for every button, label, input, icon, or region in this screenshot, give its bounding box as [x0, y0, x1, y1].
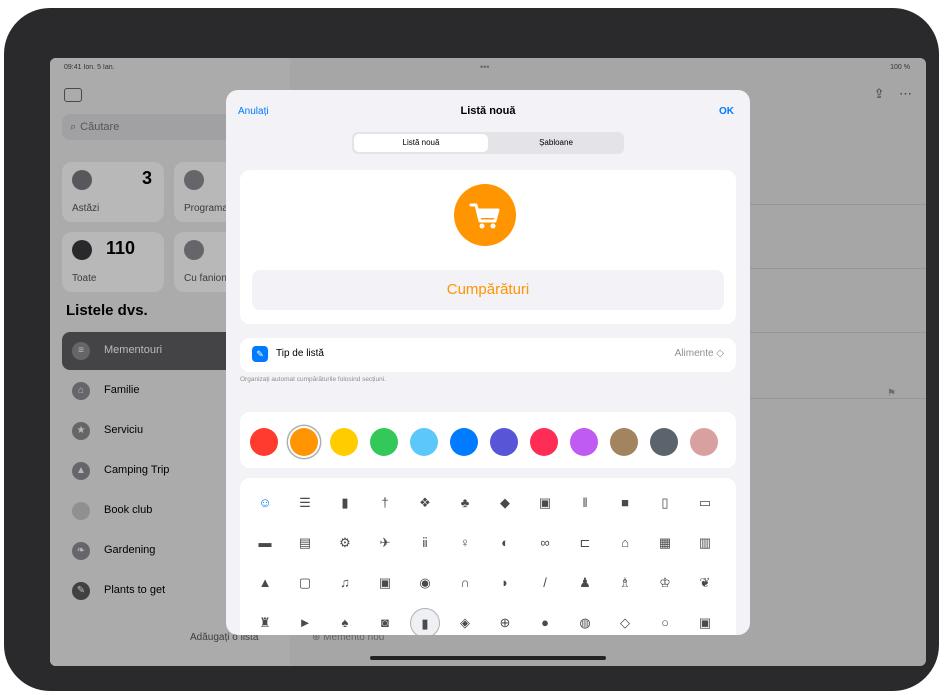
icon-option[interactable]: ⚙	[330, 528, 360, 558]
icon-option[interactable]: ✈	[370, 528, 400, 558]
icon-option[interactable]: ►	[290, 608, 320, 635]
icon-option[interactable]: ▣	[530, 488, 560, 518]
icon-option[interactable]: ♫	[330, 568, 360, 598]
sheet-title: Listă nouă	[460, 105, 516, 117]
color-swatch[interactable]	[410, 428, 438, 456]
status-time: 09:41 Ion. 5 Ian.	[64, 64, 115, 71]
segmented-control: Listă nouă Șabloane	[352, 132, 624, 154]
icon-option[interactable]: ▤	[290, 528, 320, 558]
icon-option[interactable]: ☰	[290, 488, 320, 518]
icon-option[interactable]: ▯	[650, 488, 680, 518]
color-swatch[interactable]	[490, 428, 518, 456]
icon-option[interactable]: /	[530, 568, 560, 598]
icon-option[interactable]: ⊏	[570, 528, 600, 558]
color-swatch[interactable]	[290, 428, 318, 456]
color-swatch[interactable]	[610, 428, 638, 456]
color-swatch[interactable]	[690, 428, 718, 456]
ok-button[interactable]: OK	[719, 106, 734, 117]
icon-option[interactable]: ∞	[530, 528, 560, 558]
icon-option[interactable]: ◗	[490, 568, 520, 598]
list-preview-card: Cumpărături	[240, 170, 736, 324]
color-swatch[interactable]	[650, 428, 678, 456]
battery-indicator: 100 %	[890, 64, 910, 71]
icon-option[interactable]: ⊕	[490, 608, 520, 635]
icon-option[interactable]: ♠	[330, 608, 360, 635]
icon-option[interactable]: ◆	[490, 488, 520, 518]
list-name-input[interactable]: Cumpărături	[252, 270, 724, 310]
icon-option[interactable]: ∩	[450, 568, 480, 598]
icon-option[interactable]: ◙	[370, 608, 400, 635]
color-swatch[interactable]	[450, 428, 478, 456]
list-type-hint: Organizați automat cumpărăturile folosin…	[240, 376, 386, 383]
icon-option[interactable]: ◐	[490, 528, 520, 558]
icon-option[interactable]: ‖	[570, 488, 600, 518]
icon-option[interactable]: ◇	[610, 608, 640, 635]
color-swatches	[250, 424, 730, 458]
icon-option[interactable]: ◍	[570, 608, 600, 635]
device-frame: ⌕ Căutare 3 Astăzi Programate 110 Toate C…	[4, 8, 939, 691]
new-list-sheet: Anulați Listă nouă OK Listă nouă Șabloan…	[226, 90, 750, 635]
color-swatch[interactable]	[530, 428, 558, 456]
icon-option[interactable]: ●	[530, 608, 560, 635]
icon-option[interactable]: ♀	[450, 528, 480, 558]
color-swatch[interactable]	[250, 428, 278, 456]
segment-templates[interactable]: Șabloane	[490, 134, 622, 152]
color-picker	[240, 412, 736, 468]
icon-option[interactable]: †	[370, 488, 400, 518]
icon-option[interactable]: ♗	[610, 568, 640, 598]
icon-option[interactable]: ▭	[690, 488, 720, 518]
icon-option[interactable]: ▣	[690, 608, 720, 635]
icon-option[interactable]: ▢	[290, 568, 320, 598]
list-type-label: Tip de listă	[276, 348, 324, 359]
icon-option[interactable]: ⅱ	[410, 528, 440, 558]
sheet-header: Anulați Listă nouă OK	[226, 90, 750, 130]
icon-option[interactable]: ▥	[690, 528, 720, 558]
icon-option[interactable]: ▮	[330, 488, 360, 518]
icon-option[interactable]: ♣	[450, 488, 480, 518]
icon-option[interactable]: ♔	[650, 568, 680, 598]
icon-option[interactable]: ❖	[410, 488, 440, 518]
color-swatch[interactable]	[330, 428, 358, 456]
list-type-value[interactable]: Alimente ◇	[675, 348, 724, 359]
home-indicator	[370, 656, 606, 660]
color-swatch[interactable]	[570, 428, 598, 456]
screen: ⌕ Căutare 3 Astăzi Programate 110 Toate C…	[50, 58, 926, 666]
status-bar: 09:41 Ion. 5 Ian. ••• 100 %	[50, 58, 926, 78]
list-type-row[interactable]: ✎ Tip de listă Alimente ◇	[240, 338, 736, 372]
icon-option[interactable]: ◉	[410, 568, 440, 598]
icon-option[interactable]: ▦	[650, 528, 680, 558]
color-swatch[interactable]	[370, 428, 398, 456]
icon-option[interactable]: ▲	[250, 568, 280, 598]
segment-new-list[interactable]: Listă nouă	[354, 134, 488, 152]
icon-option[interactable]: ○	[650, 608, 680, 635]
icon-option[interactable]: ▮	[410, 608, 440, 635]
icon-option[interactable]: ■	[610, 488, 640, 518]
cart-icon	[454, 184, 516, 246]
icon-option[interactable]: ⌂	[610, 528, 640, 558]
wand-icon: ✎	[252, 346, 268, 362]
icon-option[interactable]: ☺	[250, 488, 280, 518]
icon-picker: ☺ ☰ ▮ † ❖ ♣ ◆ ▣ ‖ ■ ▯ ▭ ▬ ▤ ⚙ ✈ ⅱ ♀ ◐ ∞ ⊏ ⌂ ▦ ▥ ▲ ▢ ♫ ▣ ◉ ∩ ◗ / ♟ ♗ ♔ ❦ ♜ ► ♠ ◙…	[240, 478, 736, 635]
multitask-dots[interactable]: •••	[480, 62, 489, 72]
icon-option[interactable]: ♟	[570, 568, 600, 598]
icon-option[interactable]: ♜	[250, 608, 280, 635]
icon-option[interactable]: ▬	[250, 528, 280, 558]
icon-option[interactable]: ❦	[690, 568, 720, 598]
icon-option[interactable]: ▣	[370, 568, 400, 598]
icon-option[interactable]: ◈	[450, 608, 480, 635]
